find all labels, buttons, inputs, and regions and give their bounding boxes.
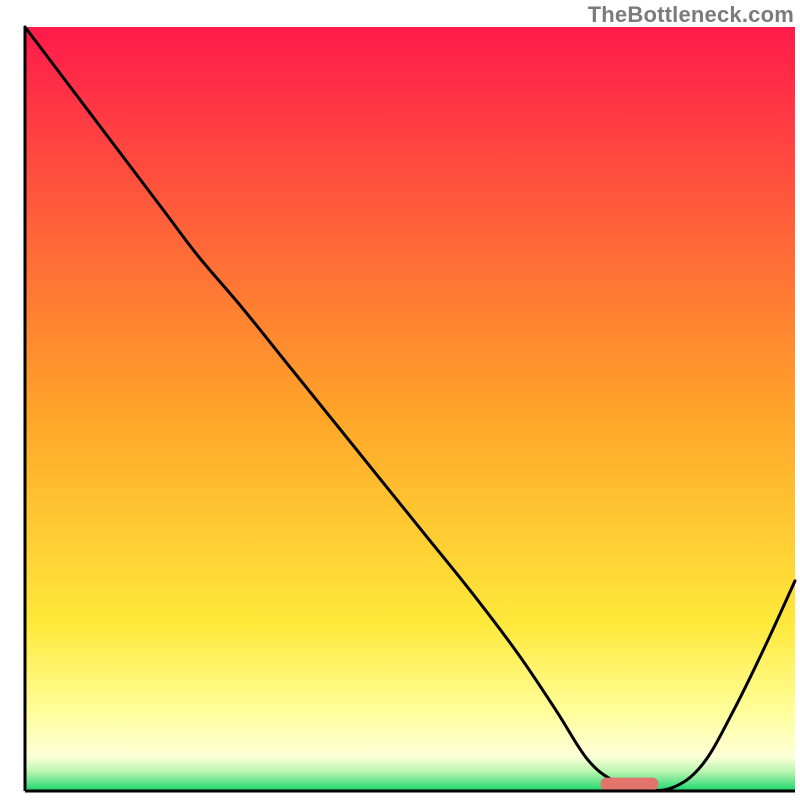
bottleneck-chart [0,0,800,800]
minimum-marker [601,778,659,791]
plot-background [25,27,795,791]
chart-container: TheBottleneck.com [0,0,800,800]
